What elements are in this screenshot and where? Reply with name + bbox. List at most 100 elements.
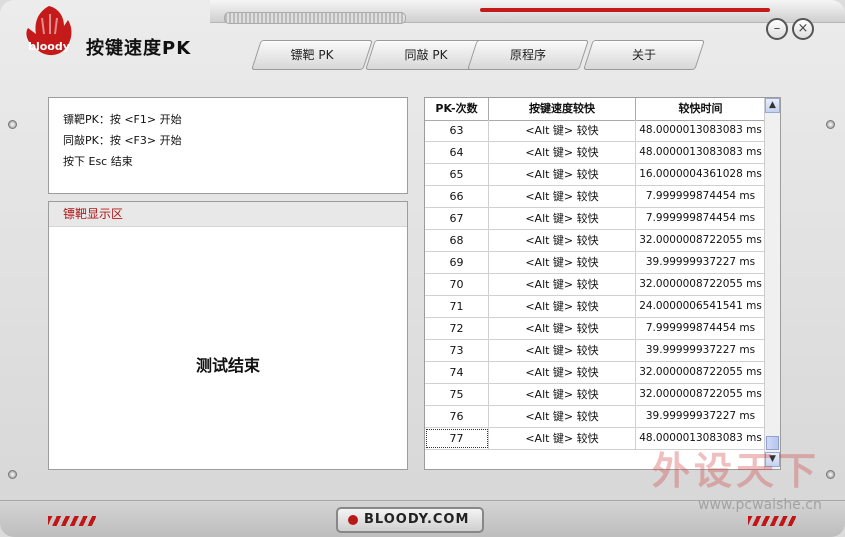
cell-faster-time: 7.999999874454 ms xyxy=(636,186,766,207)
cell-faster-key: <Alt 键> 较快 xyxy=(489,230,636,251)
table-body: 63 <Alt 键> 较快 48.0000013083083 ms 64 <Alt 键>… xyxy=(425,120,766,450)
tab-original-program[interactable]: 原程序 xyxy=(467,40,589,70)
cell-faster-key: <Alt 键> 较快 xyxy=(489,362,636,383)
vertical-scrollbar[interactable]: ▲ ▼ xyxy=(764,98,780,469)
table-row[interactable]: 70 <Alt 键> 较快 32.0000008722055 ms xyxy=(425,274,766,296)
column-header-faster-key[interactable]: 按键速度较快 xyxy=(489,98,636,120)
brand-text: BLOODY.COM xyxy=(364,512,470,527)
close-button[interactable]: × xyxy=(792,18,814,40)
accent-stripe xyxy=(480,8,770,12)
cell-faster-key: <Alt 键> 较快 xyxy=(489,142,636,163)
tab-about[interactable]: 关于 xyxy=(583,40,705,70)
cell-round: 72 xyxy=(425,318,489,339)
app-title: 按键速度PK xyxy=(86,38,192,59)
results-table: PK-次数 按键速度较快 较快时间 63 <Alt 键> 较快 48.0000013… xyxy=(424,97,781,470)
tab-target-pk[interactable]: 镖靶 PK xyxy=(251,40,373,70)
cell-faster-time: 32.0000008722055 ms xyxy=(636,274,766,295)
cell-faster-time: 39.99999937227 ms xyxy=(636,340,766,361)
cell-round: 70 xyxy=(425,274,489,295)
cell-faster-key: <Alt 键> 较快 xyxy=(489,186,636,207)
table-row[interactable]: 66 <Alt 键> 较快 7.999999874454 ms xyxy=(425,186,766,208)
stripe-decoration xyxy=(748,516,796,526)
cell-faster-key: <Alt 键> 较快 xyxy=(489,274,636,295)
instruction-target-pk: 镖靶PK：按 <F1> 开始 xyxy=(63,113,182,126)
bloody-hand-logo-icon: bloody xyxy=(26,6,72,56)
cell-faster-key: <Alt 键> 较快 xyxy=(489,208,636,229)
drag-grip[interactable] xyxy=(224,12,406,24)
table-row[interactable]: 73 <Alt 键> 较快 39.99999937227 ms xyxy=(425,340,766,362)
cell-round: 64 xyxy=(425,142,489,163)
brand-plate[interactable]: BLOODY.COM xyxy=(336,507,484,533)
table-row[interactable]: 65 <Alt 键> 较快 16.0000004361028 ms xyxy=(425,164,766,186)
table-row[interactable]: 71 <Alt 键> 较快 24.0000006541541 ms xyxy=(425,296,766,318)
tab-label: 同敲 PK xyxy=(404,48,448,62)
cell-faster-key: <Alt 键> 较快 xyxy=(489,340,636,361)
rivet-decoration xyxy=(8,470,17,479)
table-row[interactable]: 64 <Alt 键> 较快 48.0000013083083 ms xyxy=(425,142,766,164)
table-row[interactable]: 76 <Alt 键> 较快 39.99999937227 ms xyxy=(425,406,766,428)
cell-faster-time: 32.0000008722055 ms xyxy=(636,362,766,383)
cell-round: 71 xyxy=(425,296,489,317)
cell-faster-key: <Alt 键> 较快 xyxy=(489,428,636,449)
instruction-sync-pk: 同敲PK：按 <F3> 开始 xyxy=(63,134,182,147)
instruction-esc: 按下 Esc 结束 xyxy=(63,155,133,168)
cell-faster-time: 32.0000008722055 ms xyxy=(636,384,766,405)
watermark-text: 外设天下 xyxy=(652,449,821,493)
target-display-panel: 镖靶显示区 测试结束 xyxy=(48,201,408,470)
minimize-button[interactable]: – xyxy=(766,18,788,40)
cell-round: 73 xyxy=(425,340,489,361)
watermark-url: www.pcwaishe.cn xyxy=(698,497,822,513)
cell-faster-time: 39.99999937227 ms xyxy=(636,406,766,427)
cell-round: 74 xyxy=(425,362,489,383)
cell-round: 63 xyxy=(425,120,489,141)
cell-faster-key: <Alt 键> 较快 xyxy=(489,120,636,141)
tab-label: 镖靶 PK xyxy=(290,48,334,62)
cell-round: 67 xyxy=(425,208,489,229)
tab-label: 原程序 xyxy=(509,48,546,62)
table-row[interactable]: 74 <Alt 键> 较快 32.0000008722055 ms xyxy=(425,362,766,384)
cell-faster-key: <Alt 键> 较快 xyxy=(489,406,636,427)
cell-faster-time: 7.999999874454 ms xyxy=(636,208,766,229)
chevron-up-icon[interactable]: ▲ xyxy=(765,98,780,113)
instructions-panel: 镖靶PK：按 <F1> 开始 同敲PK：按 <F3> 开始 按下 Esc 结束 xyxy=(48,97,408,194)
cell-faster-time: 16.0000004361028 ms xyxy=(636,164,766,185)
status-message: 测试结束 xyxy=(195,356,260,375)
close-icon: × xyxy=(797,21,809,36)
cell-faster-key: <Alt 键> 较快 xyxy=(489,384,636,405)
cell-round: 75 xyxy=(425,384,489,405)
table-row[interactable]: 72 <Alt 键> 较快 7.999999874454 ms xyxy=(425,318,766,340)
cell-faster-key: <Alt 键> 较快 xyxy=(489,164,636,185)
cell-faster-key: <Alt 键> 较快 xyxy=(489,296,636,317)
app-window: bloody 按键速度PK – × 镖靶 PK 同敲 PK 原程序 关于 镖靶P… xyxy=(0,0,845,537)
stripe-decoration xyxy=(48,516,96,526)
rivet-decoration xyxy=(8,120,17,129)
cell-faster-time: 24.0000006541541 ms xyxy=(636,296,766,317)
rivet-decoration xyxy=(826,120,835,129)
cell-faster-time: 39.99999937227 ms xyxy=(636,252,766,273)
table-row[interactable]: 67 <Alt 键> 较快 7.999999874454 ms xyxy=(425,208,766,230)
cell-round: 77 xyxy=(425,428,489,449)
rivet-decoration xyxy=(826,470,835,479)
column-header-round[interactable]: PK-次数 xyxy=(425,98,489,120)
cell-faster-time: 32.0000008722055 ms xyxy=(636,230,766,251)
cell-round: 69 xyxy=(425,252,489,273)
brand-dot-icon xyxy=(348,515,358,525)
table-row[interactable]: 63 <Alt 键> 较快 48.0000013083083 ms xyxy=(425,120,766,142)
table-row[interactable]: 75 <Alt 键> 较快 32.0000008722055 ms xyxy=(425,384,766,406)
cell-round: 76 xyxy=(425,406,489,427)
table-row[interactable]: 69 <Alt 键> 较快 39.99999937227 ms xyxy=(425,252,766,274)
cell-round: 68 xyxy=(425,230,489,251)
cell-faster-key: <Alt 键> 较快 xyxy=(489,252,636,273)
cell-faster-time: 48.0000013083083 ms xyxy=(636,120,766,141)
cell-faster-time: 48.0000013083083 ms xyxy=(636,142,766,163)
tab-label: 关于 xyxy=(631,48,656,62)
cell-faster-time: 7.999999874454 ms xyxy=(636,318,766,339)
logo-text: bloody xyxy=(28,40,70,53)
minimize-icon: – xyxy=(773,21,781,36)
table-row[interactable]: 68 <Alt 键> 较快 32.0000008722055 ms xyxy=(425,230,766,252)
column-header-faster-time[interactable]: 较快时间 xyxy=(636,98,766,120)
table-header: PK-次数 按键速度较快 较快时间 xyxy=(425,98,766,121)
display-panel-header: 镖靶显示区 xyxy=(49,202,407,227)
cell-faster-key: <Alt 键> 较快 xyxy=(489,318,636,339)
cell-round: 65 xyxy=(425,164,489,185)
